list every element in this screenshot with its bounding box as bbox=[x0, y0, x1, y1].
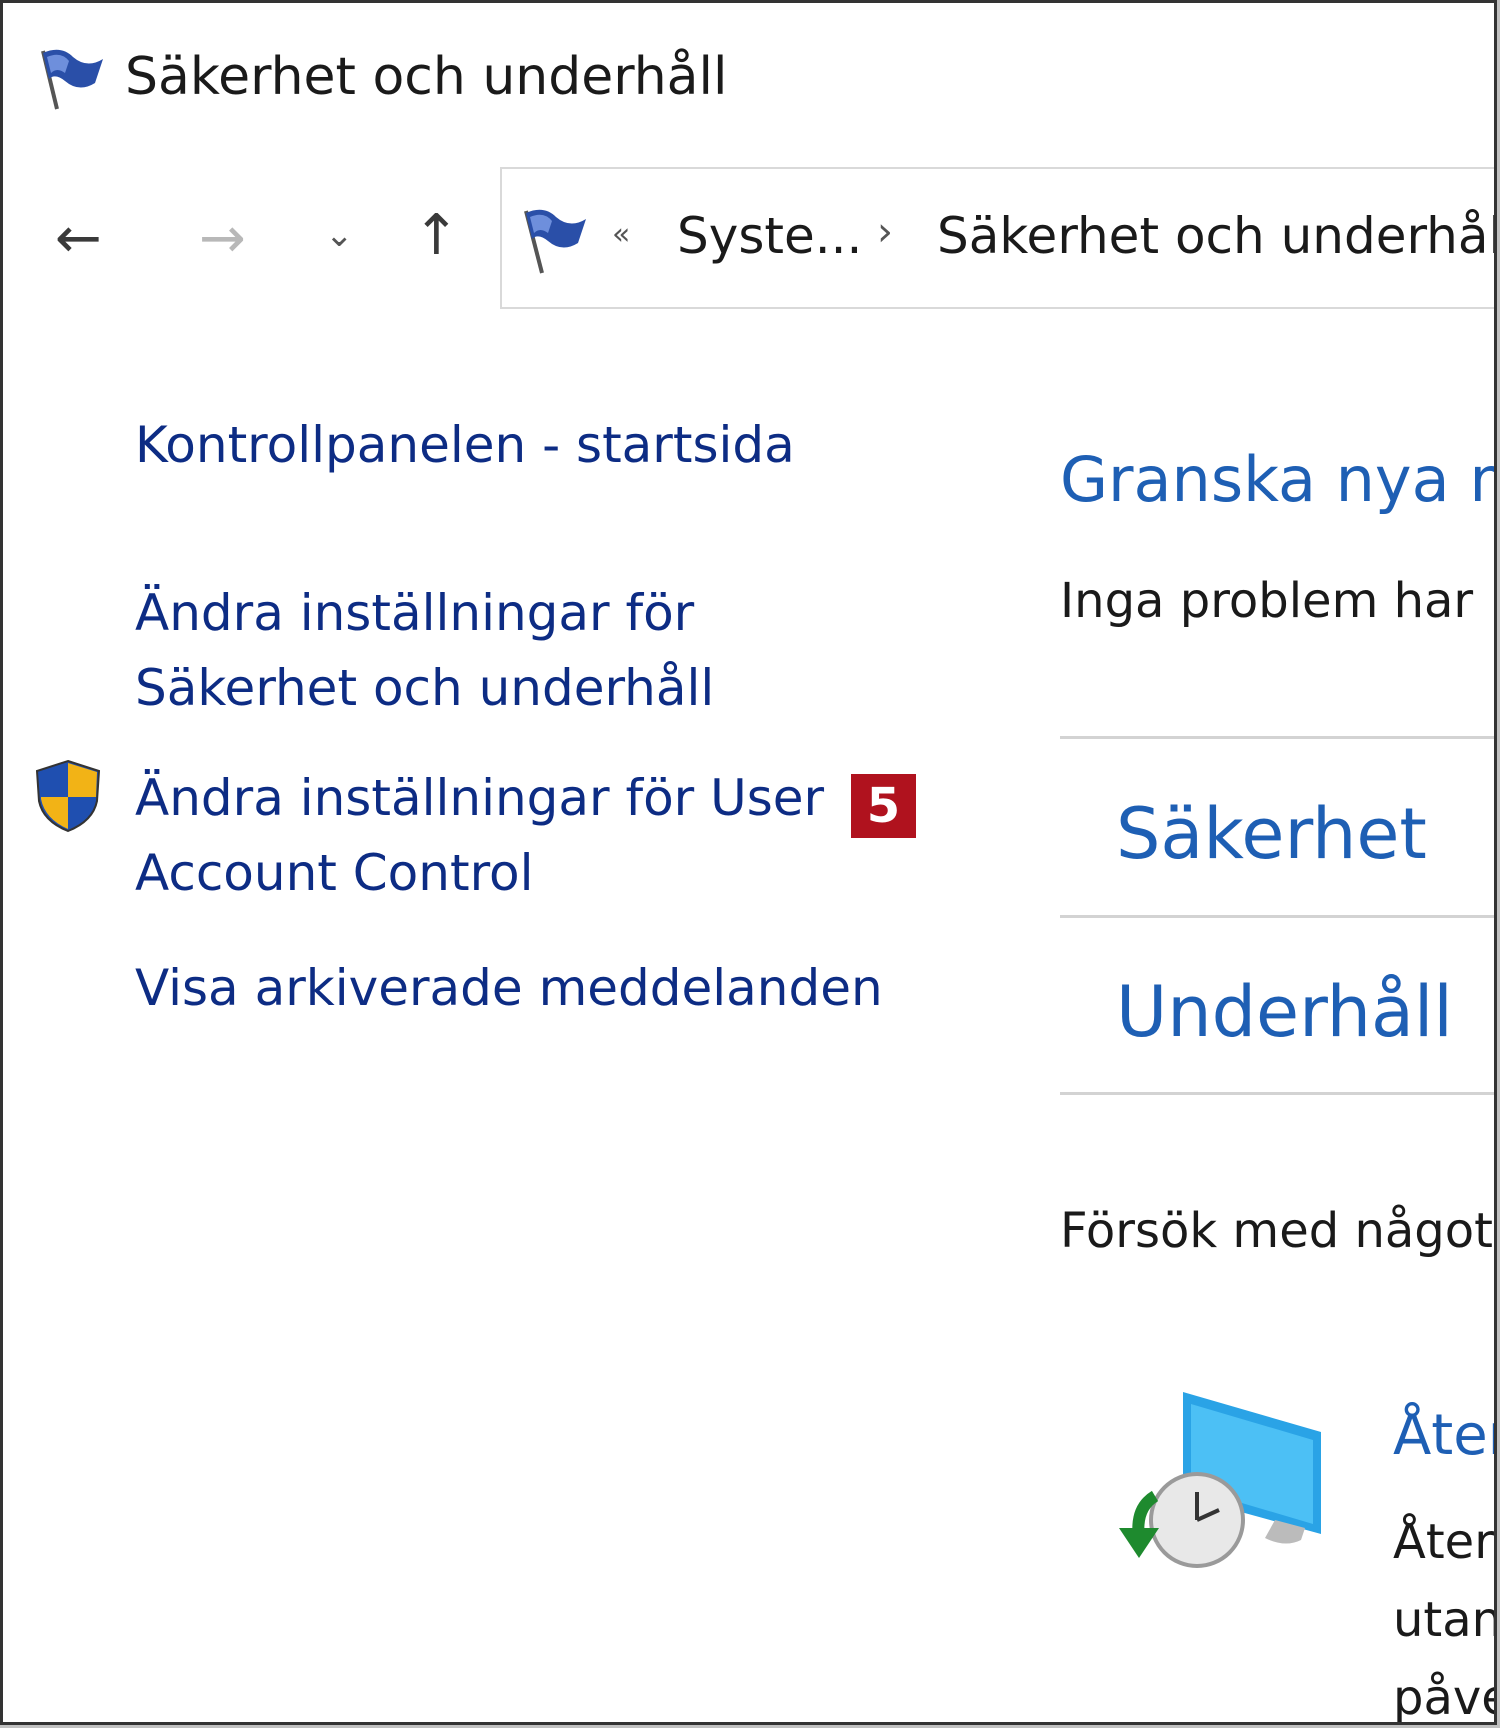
title-bar: Säkerhet och underhåll bbox=[3, 3, 1494, 153]
flag-icon bbox=[524, 209, 586, 274]
breadcrumb-system[interactable]: Syste... bbox=[677, 207, 862, 265]
divider bbox=[1060, 736, 1494, 739]
try-something-text: Försök med något bbox=[1060, 1203, 1493, 1259]
uac-shield-icon bbox=[35, 759, 101, 833]
step-number-badge: 5 bbox=[851, 774, 916, 838]
restore-desc-line: utan bbox=[1393, 1592, 1497, 1648]
window-title: Säkerhet och underhåll bbox=[125, 47, 728, 107]
control-panel-window: Säkerhet och underhåll ← → ⌄ ↑ « Syste..… bbox=[0, 0, 1497, 1725]
divider bbox=[1060, 1092, 1494, 1095]
restore-desc-line: Åters bbox=[1393, 1514, 1494, 1570]
maintenance-section-toggle[interactable]: Underhåll bbox=[1116, 971, 1453, 1053]
security-section-toggle[interactable]: Säkerhet bbox=[1116, 793, 1427, 875]
view-archived-messages-link[interactable]: Visa arkiverade meddelanden bbox=[135, 951, 883, 1026]
flag-icon bbox=[41, 49, 103, 110]
restore-description: Åters utan påve bbox=[1393, 1503, 1497, 1725]
breadcrumb-current[interactable]: Säkerhet och underhåll bbox=[937, 207, 1494, 265]
recent-locations-button[interactable]: ⌄ bbox=[325, 218, 354, 252]
status-text: Inga problem har bbox=[1060, 573, 1474, 629]
change-security-settings-link[interactable]: Ändra inställningar för Säkerhet och und… bbox=[135, 576, 714, 726]
page-heading: Granska nya m bbox=[1060, 443, 1497, 516]
link-line: Ändra inställningar för bbox=[135, 584, 695, 642]
back-button[interactable]: ← bbox=[55, 211, 102, 267]
breadcrumb-overflow-button[interactable]: « bbox=[612, 217, 630, 252]
link-line: Ändra inställningar för User bbox=[135, 769, 825, 827]
restore-desc-line: påve bbox=[1393, 1670, 1494, 1725]
up-button[interactable]: ↑ bbox=[413, 208, 460, 264]
change-uac-settings-link[interactable]: Ändra inställningar för User Account Con… bbox=[135, 761, 824, 911]
restore-link[interactable]: Åters bbox=[1393, 1403, 1494, 1468]
address-bar[interactable]: « Syste... › Säkerhet och underhåll bbox=[500, 167, 1494, 309]
link-line: Account Control bbox=[135, 844, 534, 902]
control-panel-home-link[interactable]: Kontrollpanelen - startsida bbox=[135, 408, 795, 483]
link-line: Säkerhet och underhåll bbox=[135, 659, 715, 717]
system-restore-icon bbox=[1119, 1392, 1321, 1568]
forward-button[interactable]: → bbox=[199, 211, 246, 267]
breadcrumb-separator[interactable]: › bbox=[877, 209, 893, 255]
divider bbox=[1060, 915, 1494, 918]
